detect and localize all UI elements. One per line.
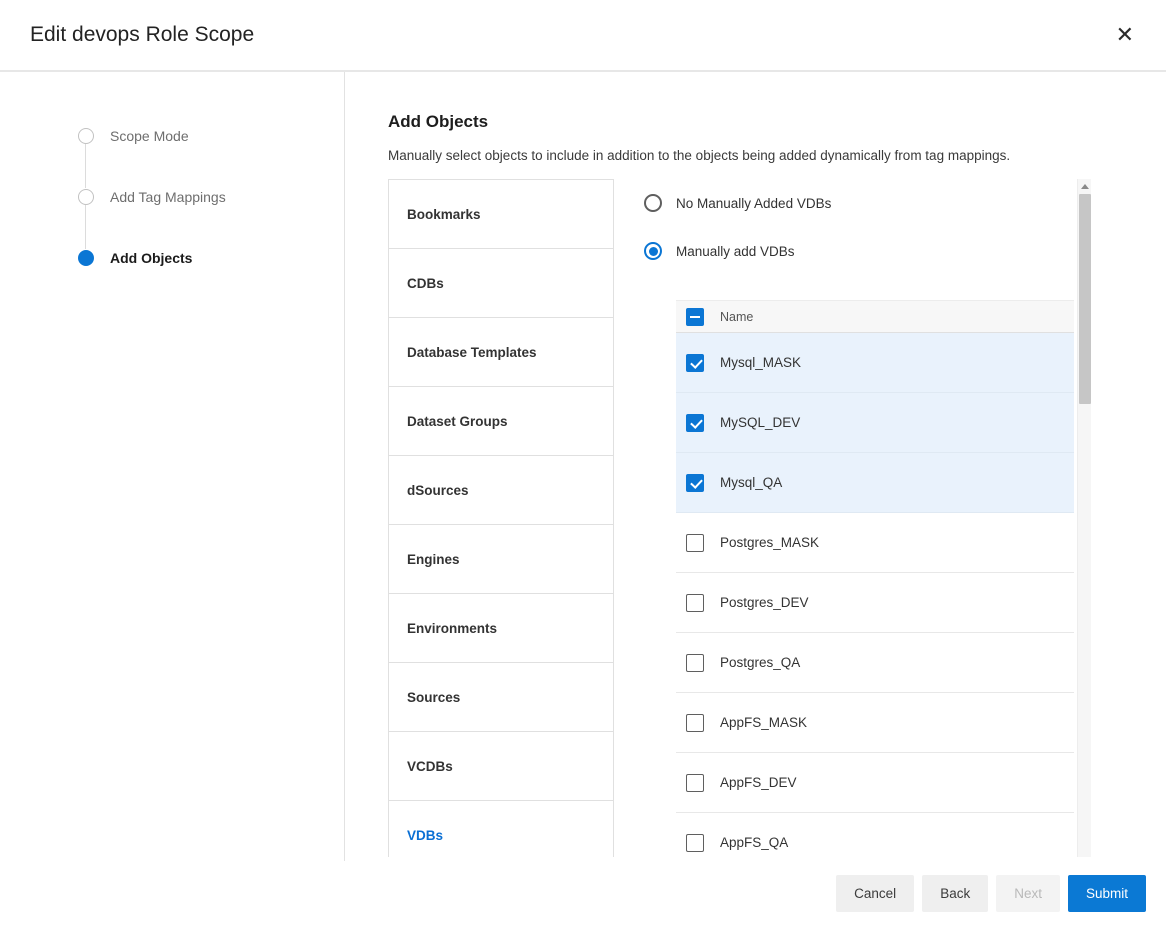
dialog-title: Edit devops Role Scope — [30, 23, 254, 47]
next-button[interactable]: Next — [996, 875, 1060, 912]
table-row[interactable]: Mysql_MASK — [676, 333, 1074, 393]
step-label: Scope Mode — [110, 128, 189, 144]
row-checkbox[interactable] — [686, 354, 704, 372]
objects-content-area: Bookmarks CDBs Database Templates Datase… — [388, 179, 1091, 857]
column-header-name: Name — [720, 310, 753, 324]
row-name: Postgres_DEV — [720, 595, 809, 610]
row-checkbox[interactable] — [686, 774, 704, 792]
row-checkbox[interactable] — [686, 534, 704, 552]
row-name: AppFS_QA — [720, 835, 788, 850]
select-all-checkbox[interactable] — [686, 308, 704, 326]
category-item-dsources[interactable]: dSources — [388, 455, 614, 525]
row-checkbox[interactable] — [686, 654, 704, 672]
edit-role-scope-dialog: Edit devops Role Scope ✕ Scope Mode Add … — [0, 0, 1166, 925]
step-circle-icon — [78, 128, 94, 144]
submit-button[interactable]: Submit — [1068, 875, 1146, 912]
step-circle-icon — [78, 189, 94, 205]
radio-selected-icon — [644, 242, 662, 260]
radio-no-manually-added-vdbs[interactable]: No Manually Added VDBs — [644, 194, 1074, 212]
page-title: Add Objects — [388, 112, 1166, 132]
category-item-engines[interactable]: Engines — [388, 524, 614, 594]
category-item-database-templates[interactable]: Database Templates — [388, 317, 614, 387]
step-circle-active-icon — [78, 250, 94, 266]
row-name: Mysql_QA — [720, 475, 782, 490]
radio-unselected-icon — [644, 194, 662, 212]
add-objects-panel: Add Objects Manually select objects to i… — [345, 72, 1166, 861]
category-item-vcdbs[interactable]: VCDBs — [388, 731, 614, 801]
wizard-stepper: Scope Mode Add Tag Mappings Add Objects — [0, 72, 345, 861]
page-description: Manually select objects to include in ad… — [388, 148, 1166, 163]
row-name: Postgres_MASK — [720, 535, 819, 550]
row-checkbox[interactable] — [686, 714, 704, 732]
step-label: Add Objects — [110, 250, 192, 266]
radio-label: No Manually Added VDBs — [676, 196, 831, 211]
table-row[interactable]: Mysql_QA — [676, 453, 1074, 513]
stepper-step-add-tag-mappings[interactable]: Add Tag Mappings — [78, 189, 344, 205]
close-icon[interactable]: ✕ — [1112, 20, 1138, 50]
radio-label: Manually add VDBs — [676, 244, 795, 259]
row-name: AppFS_DEV — [720, 775, 797, 790]
row-checkbox[interactable] — [686, 594, 704, 612]
category-item-environments[interactable]: Environments — [388, 593, 614, 663]
table-row[interactable]: AppFS_MASK — [676, 693, 1074, 753]
row-name: MySQL_DEV — [720, 415, 800, 430]
back-button[interactable]: Back — [922, 875, 988, 912]
stepper-step-scope-mode[interactable]: Scope Mode — [78, 128, 344, 144]
table-row[interactable]: AppFS_DEV — [676, 753, 1074, 813]
row-checkbox[interactable] — [686, 414, 704, 432]
table-header: Name — [676, 300, 1074, 333]
row-name: Mysql_MASK — [720, 355, 801, 370]
dialog-header: Edit devops Role Scope ✕ — [0, 0, 1166, 72]
table-row[interactable]: Postgres_MASK — [676, 513, 1074, 573]
category-item-bookmarks[interactable]: Bookmarks — [388, 179, 614, 249]
category-item-cdbs[interactable]: CDBs — [388, 248, 614, 318]
table-row[interactable]: Postgres_DEV — [676, 573, 1074, 633]
row-name: Postgres_QA — [720, 655, 800, 670]
scroll-up-icon[interactable] — [1078, 179, 1091, 193]
object-category-list: Bookmarks CDBs Database Templates Datase… — [388, 179, 614, 857]
table-row[interactable]: AppFS_QA — [676, 813, 1074, 857]
category-item-sources[interactable]: Sources — [388, 662, 614, 732]
radio-manually-add-vdbs[interactable]: Manually add VDBs — [644, 242, 1074, 260]
row-name: AppFS_MASK — [720, 715, 807, 730]
dialog-footer: Cancel Back Next Submit — [0, 861, 1166, 925]
cancel-button[interactable]: Cancel — [836, 875, 914, 912]
row-checkbox[interactable] — [686, 474, 704, 492]
category-item-dataset-groups[interactable]: Dataset Groups — [388, 386, 614, 456]
table-row[interactable]: Postgres_QA — [676, 633, 1074, 693]
scrollbar-thumb[interactable] — [1079, 194, 1091, 404]
vdb-selection-panel: No Manually Added VDBs Manually add VDBs… — [644, 179, 1074, 857]
vertical-scrollbar[interactable] — [1077, 179, 1091, 857]
dialog-body: Scope Mode Add Tag Mappings Add Objects … — [0, 72, 1166, 861]
row-checkbox[interactable] — [686, 834, 704, 852]
vdb-table: Name Mysql_MASK MySQL_DEV Mysql_QA — [676, 300, 1074, 857]
category-item-vdbs[interactable]: VDBs — [388, 800, 614, 857]
step-label: Add Tag Mappings — [110, 189, 226, 205]
stepper-step-add-objects[interactable]: Add Objects — [78, 250, 344, 266]
table-row[interactable]: MySQL_DEV — [676, 393, 1074, 453]
